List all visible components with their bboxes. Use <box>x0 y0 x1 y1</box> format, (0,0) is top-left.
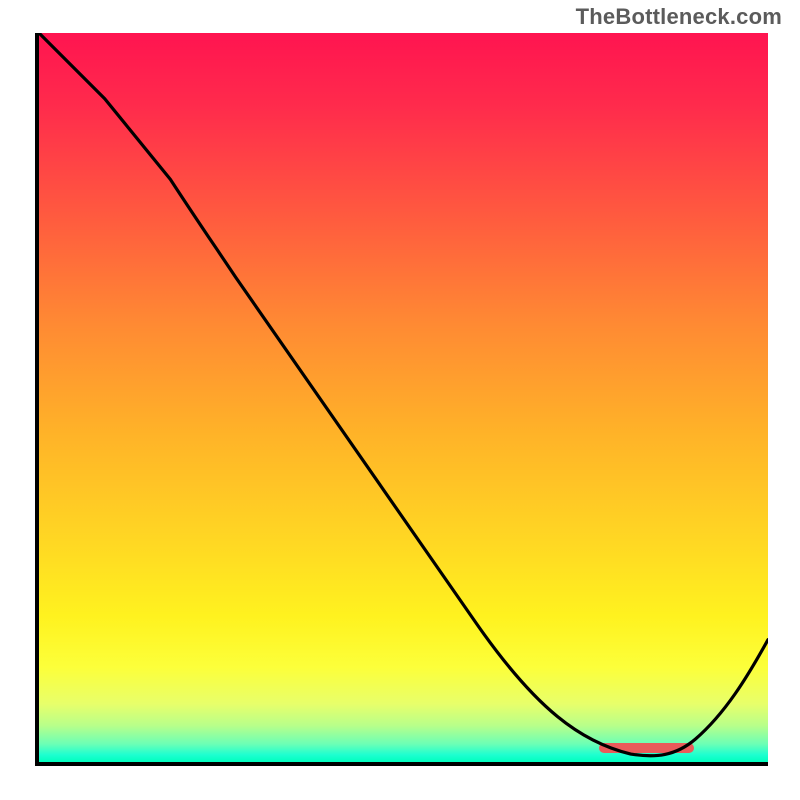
chart-frame: TheBottleneck.com <box>0 0 800 800</box>
watermark-text: TheBottleneck.com <box>576 4 782 30</box>
curve-svg <box>39 33 768 762</box>
bottleneck-curve <box>39 33 768 756</box>
plot-area <box>35 33 768 766</box>
